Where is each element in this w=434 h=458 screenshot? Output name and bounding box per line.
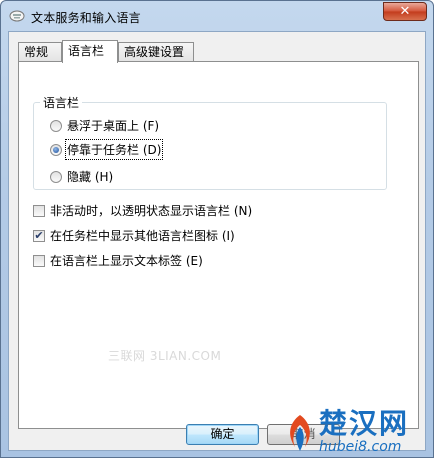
tab-advanced-key-settings[interactable]: 高级键设置: [118, 42, 194, 62]
checkbox-show-additional-icons[interactable]: ✔ 在任务栏中显示其他语言栏图标 (I): [33, 227, 235, 244]
checkbox-box-checked[interactable]: ✔: [33, 229, 45, 242]
checkbox-transparent-when-inactive[interactable]: 非活动时，以透明状态显示语言栏 (N): [33, 202, 252, 219]
checkbox-label: 在任务栏中显示其他语言栏图标 (I): [50, 229, 235, 243]
tab-general[interactable]: 常规: [18, 42, 62, 62]
watermark-text: 三联网 3LIAN.COM: [108, 349, 222, 363]
logo-subtext: hubei8.com: [319, 439, 402, 455]
radio-label: 悬浮于桌面上 (F): [67, 119, 160, 133]
window-title: 文本服务和输入语言: [31, 11, 141, 25]
language-bar-groupbox: 语言栏 悬浮于桌面上 (F) 停靠于任务栏 (D) 隐藏 (H): [33, 94, 387, 190]
radio-hidden[interactable]: 隐藏 (H): [50, 168, 113, 185]
site-logo: 楚汉网 hubei8.com: [283, 409, 433, 457]
logo-emblem-icon: [290, 415, 310, 451]
tab-panel-language-bar: 语言栏 悬浮于桌面上 (F) 停靠于任务栏 (D) 隐藏 (H) 非活动时，以透…: [18, 61, 419, 429]
ok-button[interactable]: 确定: [186, 424, 259, 445]
groupbox-legend: 语言栏: [40, 94, 83, 111]
radio-label: 隐藏 (H): [67, 170, 114, 184]
checkbox-label: 非活动时，以透明状态显示语言栏 (N): [50, 204, 253, 218]
radio-button[interactable]: [50, 119, 62, 132]
close-icon: ✕: [399, 4, 411, 19]
title-bar[interactable]: 文本服务和输入语言 ✕: [1, 1, 433, 31]
logo-text: 楚汉网: [319, 407, 410, 440]
radio-button-selected[interactable]: [50, 143, 62, 156]
checkbox-box[interactable]: [33, 204, 45, 217]
checkbox-label: 在语言栏上显示文本标签 (E): [50, 254, 203, 268]
radio-label: 停靠于任务栏 (D): [64, 139, 164, 160]
checkbox-show-text-labels[interactable]: 在语言栏上显示文本标签 (E): [33, 252, 203, 269]
keyboard-app-icon: [9, 10, 25, 22]
radio-dock-in-taskbar[interactable]: 停靠于任务栏 (D): [50, 139, 164, 160]
dialog-window: 文本服务和输入语言 ✕ 常规 语言栏 高级键设置 语言栏 悬浮于桌面上 (F) …: [0, 0, 434, 458]
close-button[interactable]: ✕: [383, 2, 427, 21]
dialog-client-area: 常规 语言栏 高级键设置 语言栏 悬浮于桌面上 (F) 停靠于任务栏 (D) 隐…: [8, 31, 426, 451]
checkbox-box[interactable]: [33, 254, 45, 267]
tab-language-bar[interactable]: 语言栏: [62, 40, 118, 63]
radio-button[interactable]: [50, 170, 62, 183]
radio-float-on-desktop[interactable]: 悬浮于桌面上 (F): [50, 117, 159, 134]
